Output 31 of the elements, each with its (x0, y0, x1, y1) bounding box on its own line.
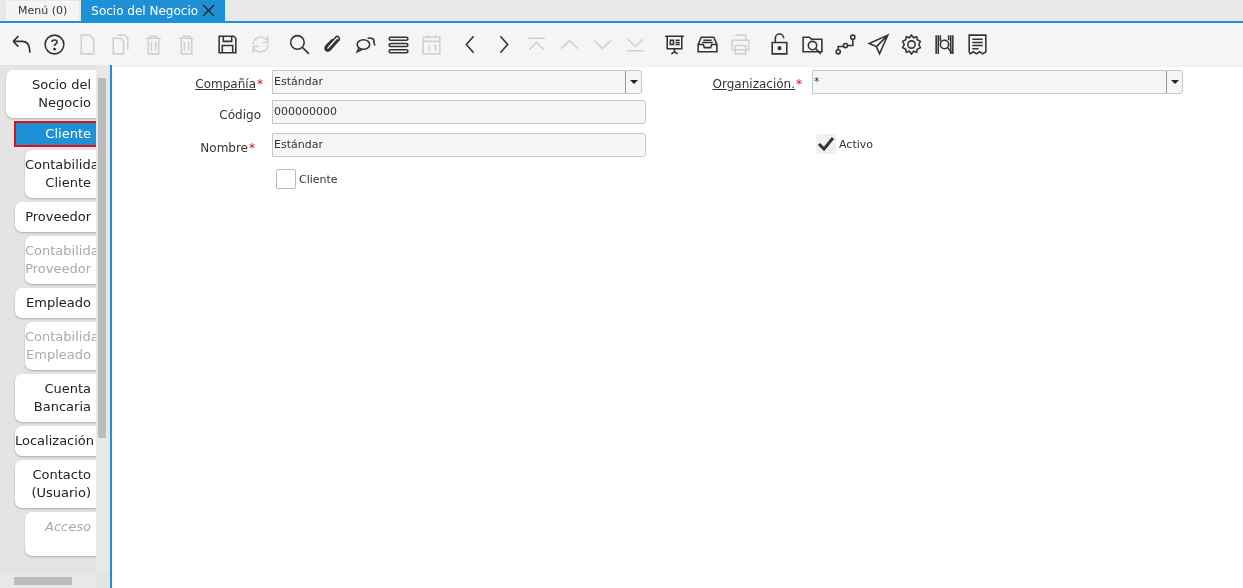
checkbox[interactable] (276, 169, 296, 189)
input-field[interactable]: Estándar (272, 133, 646, 157)
required-mark: * (796, 76, 802, 93)
checkbox-label: Activo (839, 137, 873, 153)
field-label: Organización. (712, 76, 795, 93)
required-mark: * (257, 76, 263, 93)
scrollbar[interactable] (96, 65, 108, 572)
input-field[interactable]: 000000000 (272, 100, 646, 124)
required-mark: * (249, 140, 255, 157)
dropdown-button[interactable] (1166, 71, 1182, 93)
window-tab[interactable]: Menú (0) (6, 1, 80, 21)
field-label: Compañía (195, 76, 256, 93)
field-label: Nombre (200, 140, 248, 157)
sidebar-tab[interactable]: Contabilida Cliente (25, 150, 97, 198)
sidebar-tab[interactable]: Contacto (Usuario) (15, 460, 97, 508)
sidebar-tab[interactable]: Socio del Negocio (6, 70, 97, 118)
close-icon[interactable] (202, 4, 216, 17)
scrollbar[interactable] (0, 574, 97, 588)
field-label: Código (219, 107, 261, 124)
dropdown-field[interactable]: * (812, 70, 1183, 94)
dropdown-field[interactable]: Estándar (272, 70, 642, 94)
sidebar-tab[interactable]: Empleado (15, 288, 97, 318)
checkbox-label: Cliente (299, 172, 338, 188)
checkbox[interactable] (816, 134, 836, 154)
sidebar-tab[interactable]: Proveedor (15, 202, 97, 232)
sidebar-tab[interactable]: Localización (15, 426, 97, 456)
caret-icon[interactable] (1170, 79, 1179, 85)
sidebar-tab[interactable]: Cuenta Bancaria (15, 374, 97, 422)
caret-icon[interactable] (629, 79, 638, 85)
checkmark-icon (817, 136, 835, 152)
dropdown-button[interactable] (625, 71, 641, 93)
